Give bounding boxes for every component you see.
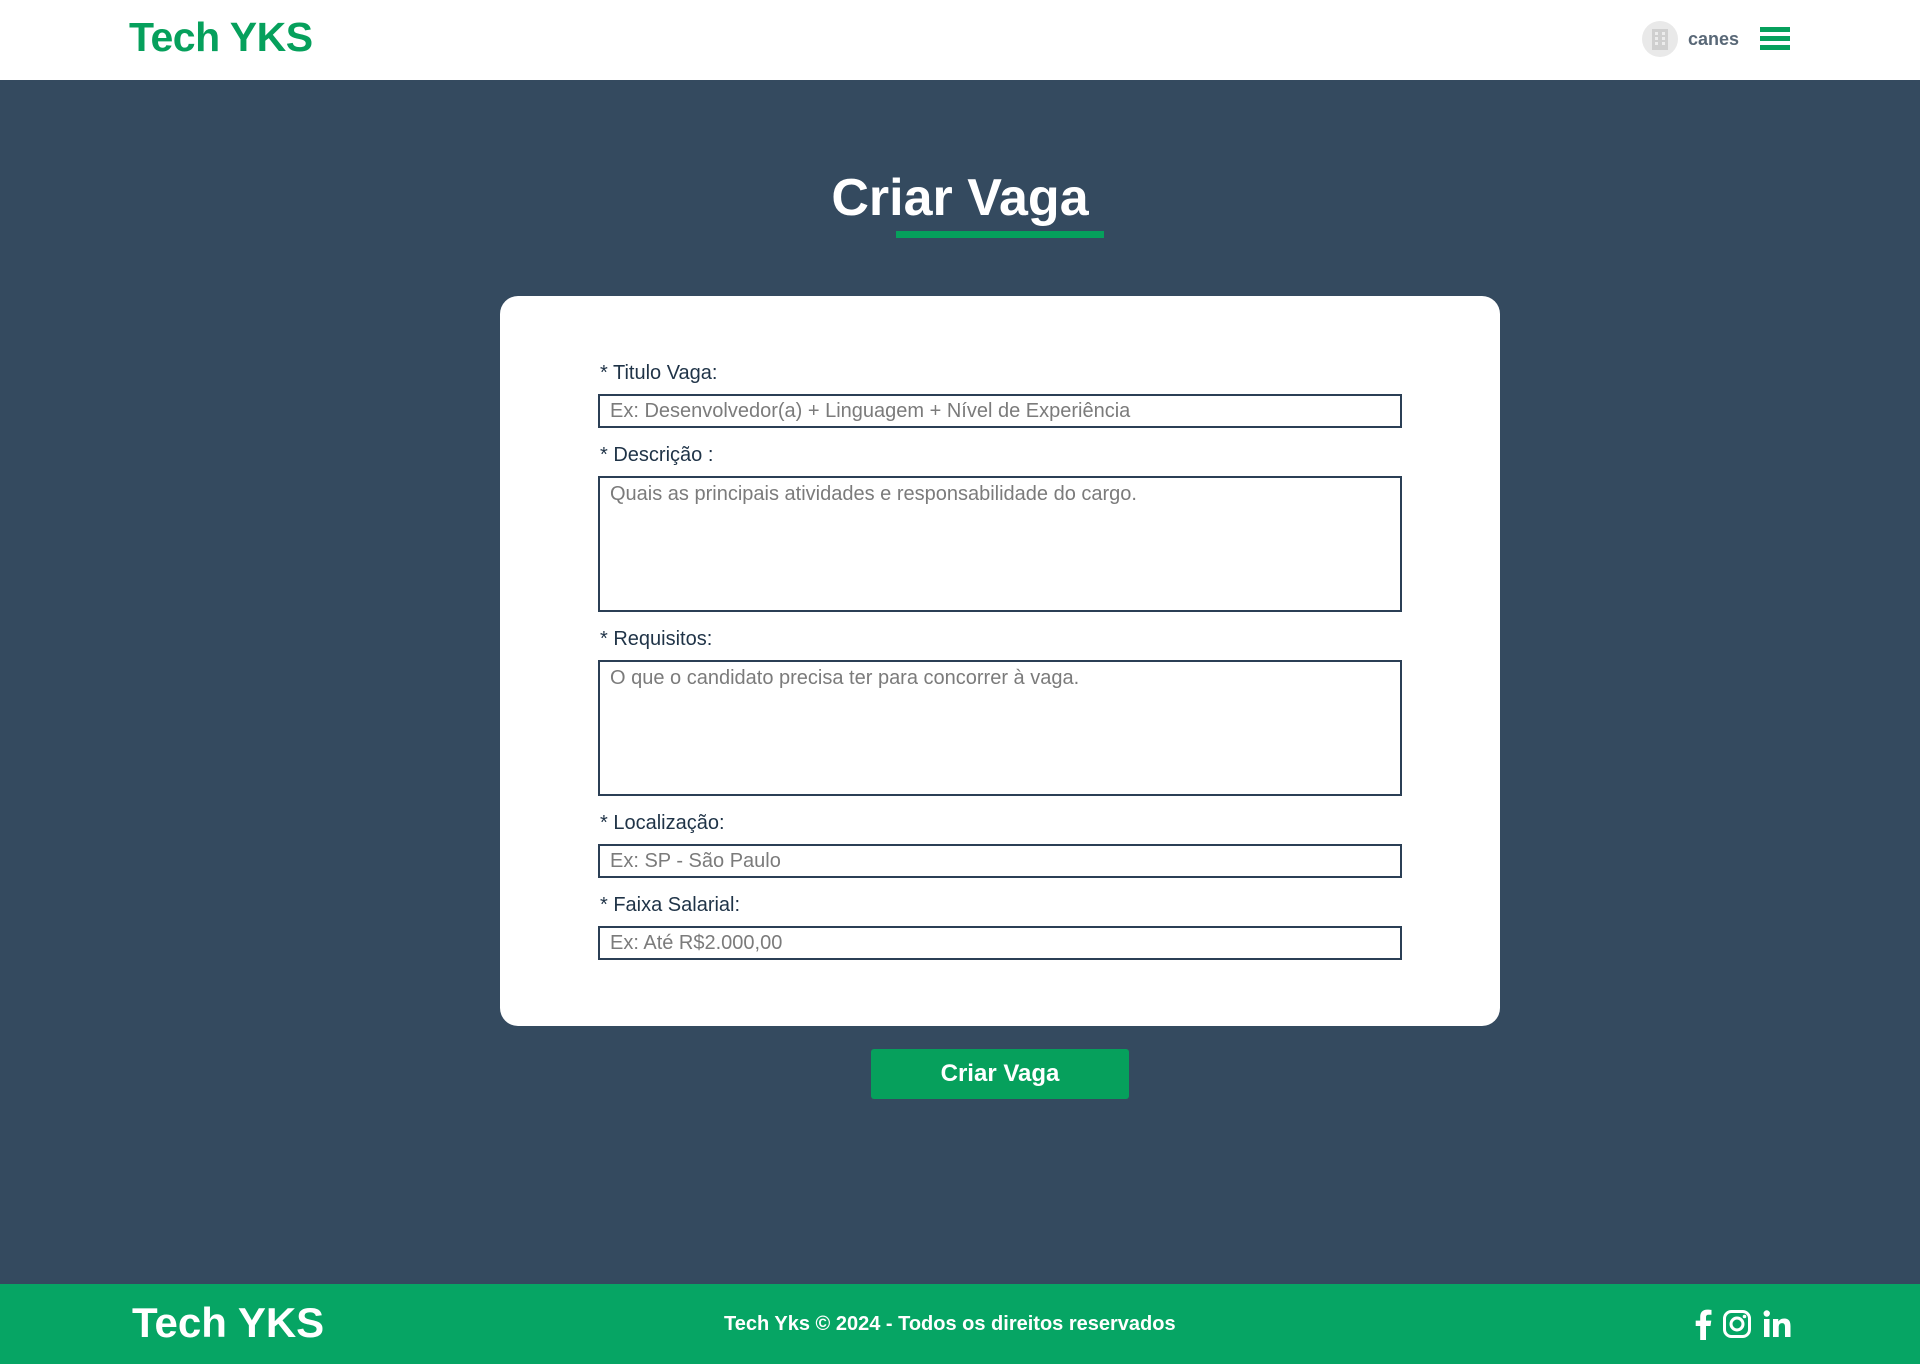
- footer: Tech YKS Tech Yks © 2024 - Todos os dire…: [0, 1284, 1920, 1364]
- create-job-button[interactable]: Criar Vaga: [871, 1049, 1129, 1099]
- page-title: Criar Vaga: [831, 169, 1089, 227]
- description-textarea[interactable]: [598, 476, 1402, 612]
- title-underline: [896, 231, 1104, 238]
- social-links: [1684, 1306, 1792, 1342]
- job-title-input[interactable]: [598, 394, 1402, 428]
- hamburger-menu-icon[interactable]: [1760, 27, 1790, 51]
- salary-range-label: * Faixa Salarial:: [600, 894, 741, 916]
- confirmation-notice: **Confira as informações antes de criar …: [731, 987, 1189, 1009]
- username-label: canes: [1687, 28, 1739, 49]
- requirements-label: * Requisitos:: [600, 628, 713, 650]
- location-input[interactable]: [598, 844, 1402, 878]
- main-content: Criar Vaga * Titulo Vaga: * Descrição : …: [0, 80, 1920, 1284]
- top-navbar: Tech YKS canes: [0, 0, 1920, 80]
- instagram-icon[interactable]: [1722, 1309, 1752, 1339]
- salary-range-input[interactable]: [598, 926, 1402, 960]
- requirements-textarea[interactable]: [598, 660, 1402, 796]
- user-profile[interactable]: canes: [1641, 21, 1739, 57]
- create-job-form: * Titulo Vaga: * Descrição : * Requisito…: [500, 296, 1500, 1026]
- company-avatar-icon: [1641, 21, 1678, 57]
- facebook-icon[interactable]: [1694, 1308, 1712, 1340]
- description-label: * Descrição :: [600, 444, 714, 466]
- linkedin-icon[interactable]: [1762, 1309, 1792, 1339]
- copyright-text: Tech Yks © 2024 - Todos os direitos rese…: [724, 1313, 1176, 1335]
- brand-logo[interactable]: Tech YKS: [129, 14, 313, 61]
- location-label: * Localização:: [600, 812, 725, 834]
- job-title-label: * Titulo Vaga:: [600, 362, 718, 384]
- footer-brand-logo[interactable]: Tech YKS: [132, 1299, 324, 1347]
